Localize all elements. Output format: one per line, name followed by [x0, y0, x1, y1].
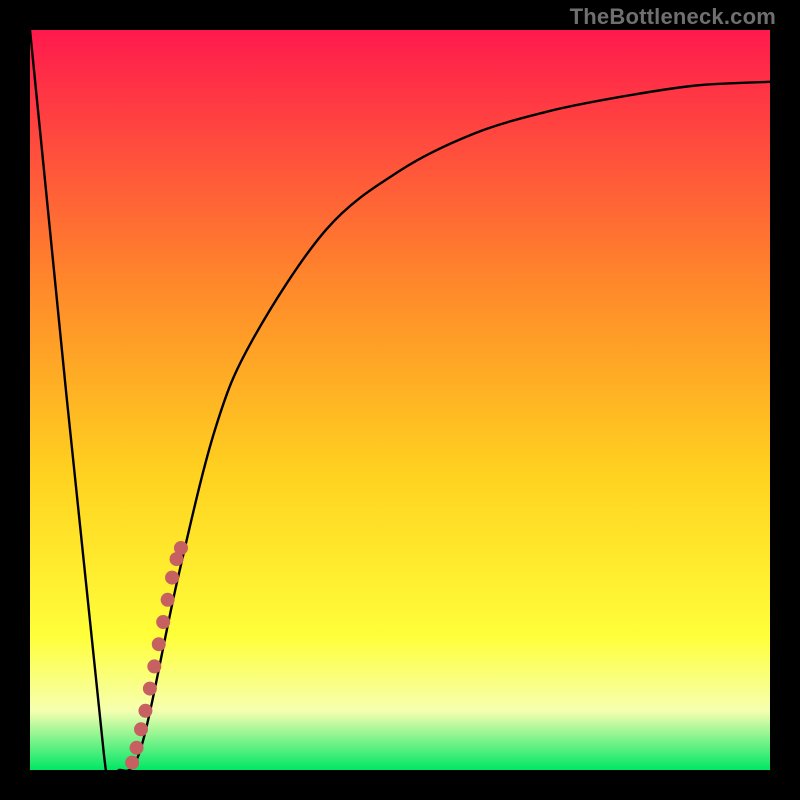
bottleneck-chart	[30, 30, 770, 770]
highlight-dot	[143, 682, 157, 696]
chart-frame: TheBottleneck.com	[0, 0, 800, 800]
highlight-dot	[147, 659, 161, 673]
highlight-dot	[130, 741, 144, 755]
highlight-dot	[152, 637, 166, 651]
highlight-dot	[165, 571, 179, 585]
highlight-dot	[174, 541, 188, 555]
watermark-text: TheBottleneck.com	[570, 4, 776, 30]
highlight-dot	[156, 615, 170, 629]
highlight-dot	[125, 756, 139, 770]
highlight-dot	[161, 593, 175, 607]
gradient-background	[30, 30, 770, 770]
highlight-dot	[138, 704, 152, 718]
highlight-dot	[134, 722, 148, 736]
